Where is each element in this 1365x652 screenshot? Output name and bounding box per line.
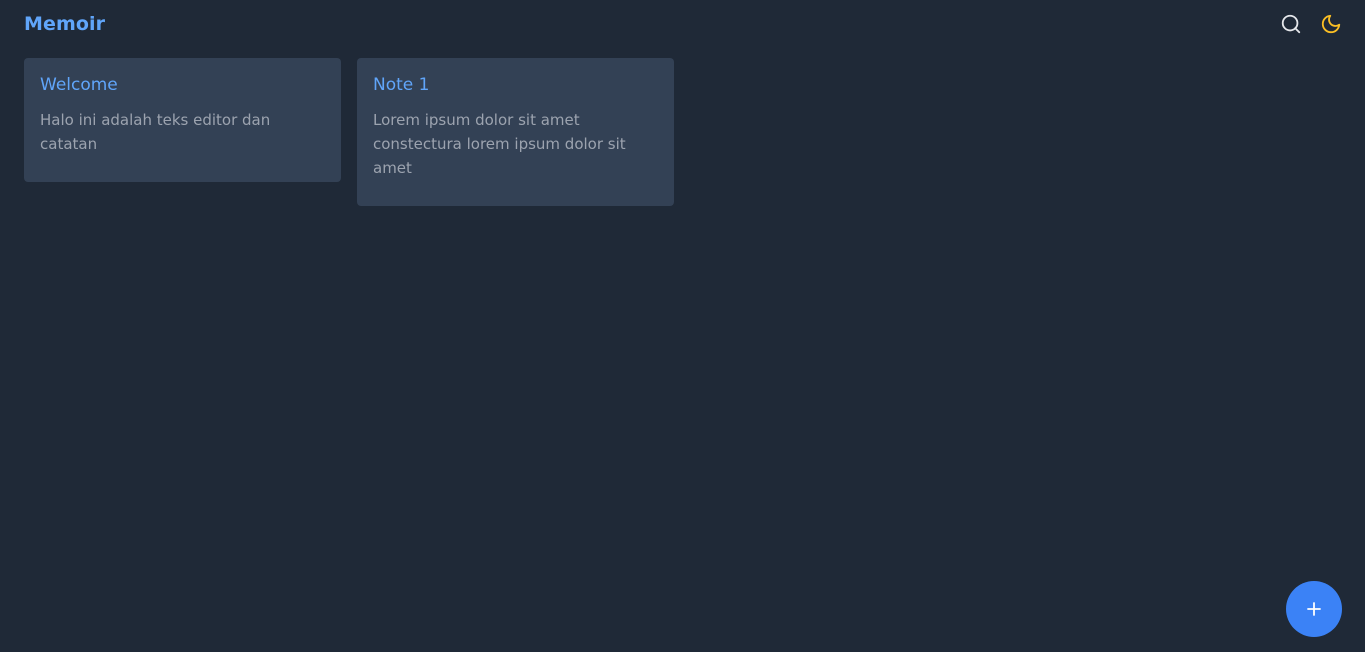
moon-icon [1321, 14, 1341, 34]
plus-icon [1307, 602, 1321, 616]
note-card[interactable]: Welcome Halo ini adalah teks editor dan … [24, 58, 341, 182]
app-header: Memoir [0, 0, 1365, 48]
search-icon [1281, 14, 1301, 34]
note-card[interactable]: Note 1 Lorem ipsum dolor sit amet conste… [357, 58, 674, 206]
note-title: Welcome [40, 75, 118, 95]
header-actions [1279, 12, 1343, 36]
notes-grid: Welcome Halo ini adalah teks editor dan … [24, 58, 674, 206]
app-title: Memoir [24, 13, 106, 35]
search-button[interactable] [1279, 12, 1303, 36]
add-note-button[interactable] [1286, 581, 1342, 637]
theme-toggle-button[interactable] [1319, 12, 1343, 36]
note-body: Lorem ipsum dolor sit amet constectura l… [373, 111, 626, 177]
note-title: Note 1 [373, 75, 430, 95]
note-body: Halo ini adalah teks editor dan catatan [40, 111, 271, 153]
